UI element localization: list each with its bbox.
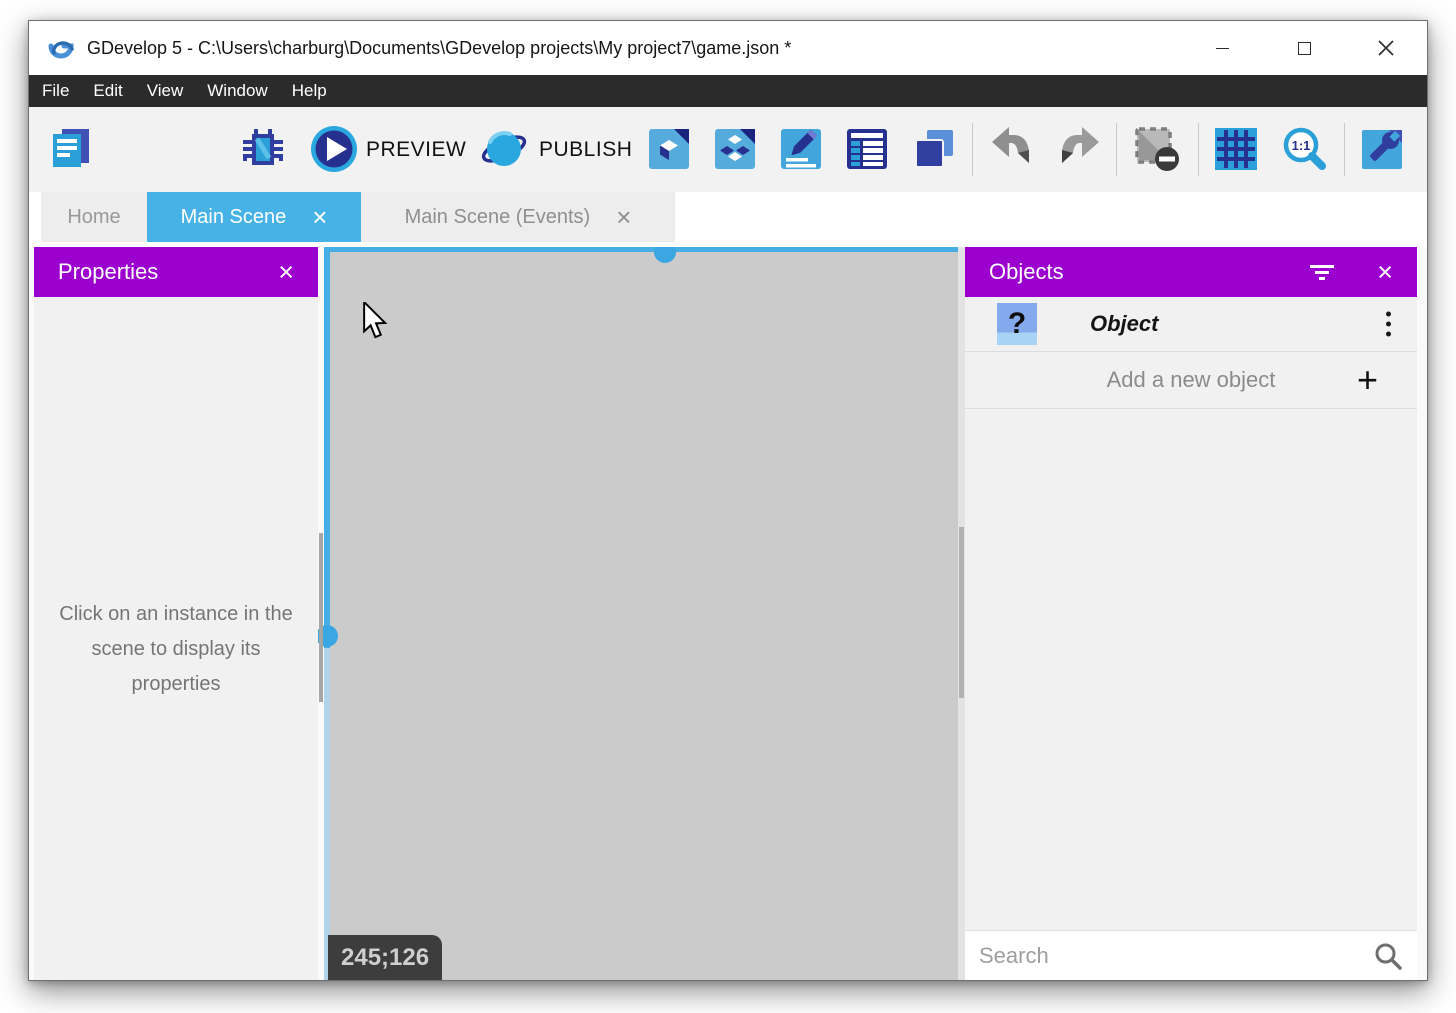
menu-bar: File Edit View Window Help xyxy=(29,75,1427,107)
edit-objects-button[interactable] xyxy=(711,125,759,173)
app-window: GDevelop 5 - C:\Users\charburg\Documents… xyxy=(28,20,1428,981)
undo-icon xyxy=(988,125,1036,173)
object-list-item[interactable]: ? Object xyxy=(965,297,1417,352)
debugger-bug-icon xyxy=(239,125,287,173)
object-question-icon: ? xyxy=(997,303,1037,345)
toolbar-separator xyxy=(972,123,973,176)
properties-title: Properties xyxy=(58,259,158,285)
play-icon xyxy=(310,125,358,173)
close-properties-icon[interactable]: × xyxy=(278,259,294,286)
objects-cubes-icon xyxy=(711,125,759,173)
filter-icon[interactable] xyxy=(1309,263,1335,281)
objects-panel: Objects × ? Object Add a new object xyxy=(965,247,1417,980)
events-sheet-icon xyxy=(843,125,891,173)
toggle-grid-button[interactable] xyxy=(1212,125,1260,173)
undo-button[interactable] xyxy=(988,125,1036,173)
preview-button[interactable] xyxy=(310,125,358,173)
edit-events-button[interactable] xyxy=(843,125,891,173)
edit-scene-properties-button[interactable] xyxy=(777,125,825,173)
object-menu-icon[interactable] xyxy=(1386,312,1391,337)
properties-empty-message: Click on an instance in the scene to dis… xyxy=(48,597,304,702)
redo-button[interactable] xyxy=(1055,125,1103,173)
window-title: GDevelop 5 - C:\Users\charburg\Documents… xyxy=(87,38,791,59)
menu-edit[interactable]: Edit xyxy=(81,75,134,107)
publish-button[interactable] xyxy=(480,125,528,173)
left-scrollbar-thumb[interactable] xyxy=(319,533,323,702)
wrench-icon xyxy=(1358,125,1406,173)
tab-home[interactable]: Home xyxy=(41,192,147,242)
close-button[interactable] xyxy=(1345,21,1427,75)
objects-header: Objects × xyxy=(965,247,1417,297)
debugger-button[interactable] xyxy=(239,125,287,173)
svg-text:1:1: 1:1 xyxy=(1292,138,1311,153)
redo-icon xyxy=(1055,125,1103,173)
toolbar-separator xyxy=(1198,123,1199,176)
toolbar-separator xyxy=(1344,123,1345,176)
close-icon xyxy=(1378,40,1394,56)
tab-close-icon[interactable]: × xyxy=(312,204,327,230)
toggle-mask-button[interactable] xyxy=(1133,125,1181,173)
object-name: Object xyxy=(1090,311,1158,337)
game-window-left-border-lower xyxy=(324,648,330,980)
add-object-row[interactable]: Add a new object + xyxy=(965,352,1417,409)
properties-header: Properties × xyxy=(34,247,318,297)
scene-canvas[interactable] xyxy=(330,252,958,980)
properties-panel: Properties × Click on an instance in the… xyxy=(34,247,318,980)
objects-search-bar xyxy=(965,930,1417,980)
game-window-left-border xyxy=(324,247,330,648)
grid-icon xyxy=(1212,125,1260,173)
maximize-button[interactable] xyxy=(1263,21,1345,75)
tab-main-scene-label: Main Scene xyxy=(181,206,287,229)
publish-label[interactable]: PUBLISH xyxy=(539,107,632,192)
title-bar: GDevelop 5 - C:\Users\charburg\Documents… xyxy=(29,21,1427,75)
cursor-coordinates-badge: 245;126 xyxy=(328,935,442,980)
scene-tools-button[interactable] xyxy=(1358,125,1406,173)
tab-main-scene[interactable]: Main Scene × xyxy=(147,192,361,242)
preview-label[interactable]: PREVIEW xyxy=(366,107,466,192)
tab-home-label: Home xyxy=(67,206,120,229)
mask-deselect-icon xyxy=(1133,125,1181,173)
tab-main-scene-events[interactable]: Main Scene (Events) × xyxy=(361,192,675,242)
mouse-cursor-icon xyxy=(362,302,388,340)
scene-canvas-area[interactable]: 245;126 xyxy=(318,247,965,980)
maximize-icon xyxy=(1298,42,1311,55)
search-input[interactable] xyxy=(979,943,1373,969)
toolbar-separator xyxy=(1116,123,1117,176)
toolbar: PREVIEW PUBLISH xyxy=(29,107,1427,192)
menu-help[interactable]: Help xyxy=(280,75,339,107)
close-objects-icon[interactable]: × xyxy=(1377,259,1393,286)
gdevelop-logo-icon xyxy=(45,33,79,63)
layers-icon xyxy=(910,125,958,173)
edit-scene-button[interactable] xyxy=(645,125,693,173)
editor-tab-bar: Home Main Scene × Main Scene (Events) × xyxy=(29,192,1427,247)
search-icon[interactable] xyxy=(1373,941,1403,971)
menu-window[interactable]: Window xyxy=(195,75,279,107)
scene-cube-icon xyxy=(645,125,693,173)
menu-view[interactable]: View xyxy=(135,75,196,107)
publish-globe-icon xyxy=(480,125,528,173)
objects-list-empty-space xyxy=(965,409,1417,930)
tab-main-scene-events-label: Main Scene (Events) xyxy=(405,206,591,229)
game-window-top-border xyxy=(324,247,958,252)
project-manager-button[interactable] xyxy=(47,125,95,173)
zoom-1-1-icon: 1:1 xyxy=(1280,125,1328,173)
project-manager-icon xyxy=(47,125,95,173)
minimize-icon xyxy=(1216,48,1229,49)
vertical-scrollbar[interactable] xyxy=(958,247,965,980)
pencil-icon xyxy=(777,125,825,173)
objects-title: Objects xyxy=(989,259,1064,285)
layers-button[interactable] xyxy=(910,125,958,173)
vertical-scrollbar-thumb[interactable] xyxy=(959,527,964,698)
menu-file[interactable]: File xyxy=(30,75,81,107)
zoom-reset-button[interactable]: 1:1 xyxy=(1280,125,1328,173)
minimize-button[interactable] xyxy=(1181,21,1263,75)
editor-content: Properties × Click on an instance in the… xyxy=(29,247,1427,980)
add-object-label: Add a new object xyxy=(965,367,1357,393)
tab-close-icon[interactable]: × xyxy=(616,204,631,230)
add-object-plus-icon[interactable]: + xyxy=(1357,359,1417,401)
